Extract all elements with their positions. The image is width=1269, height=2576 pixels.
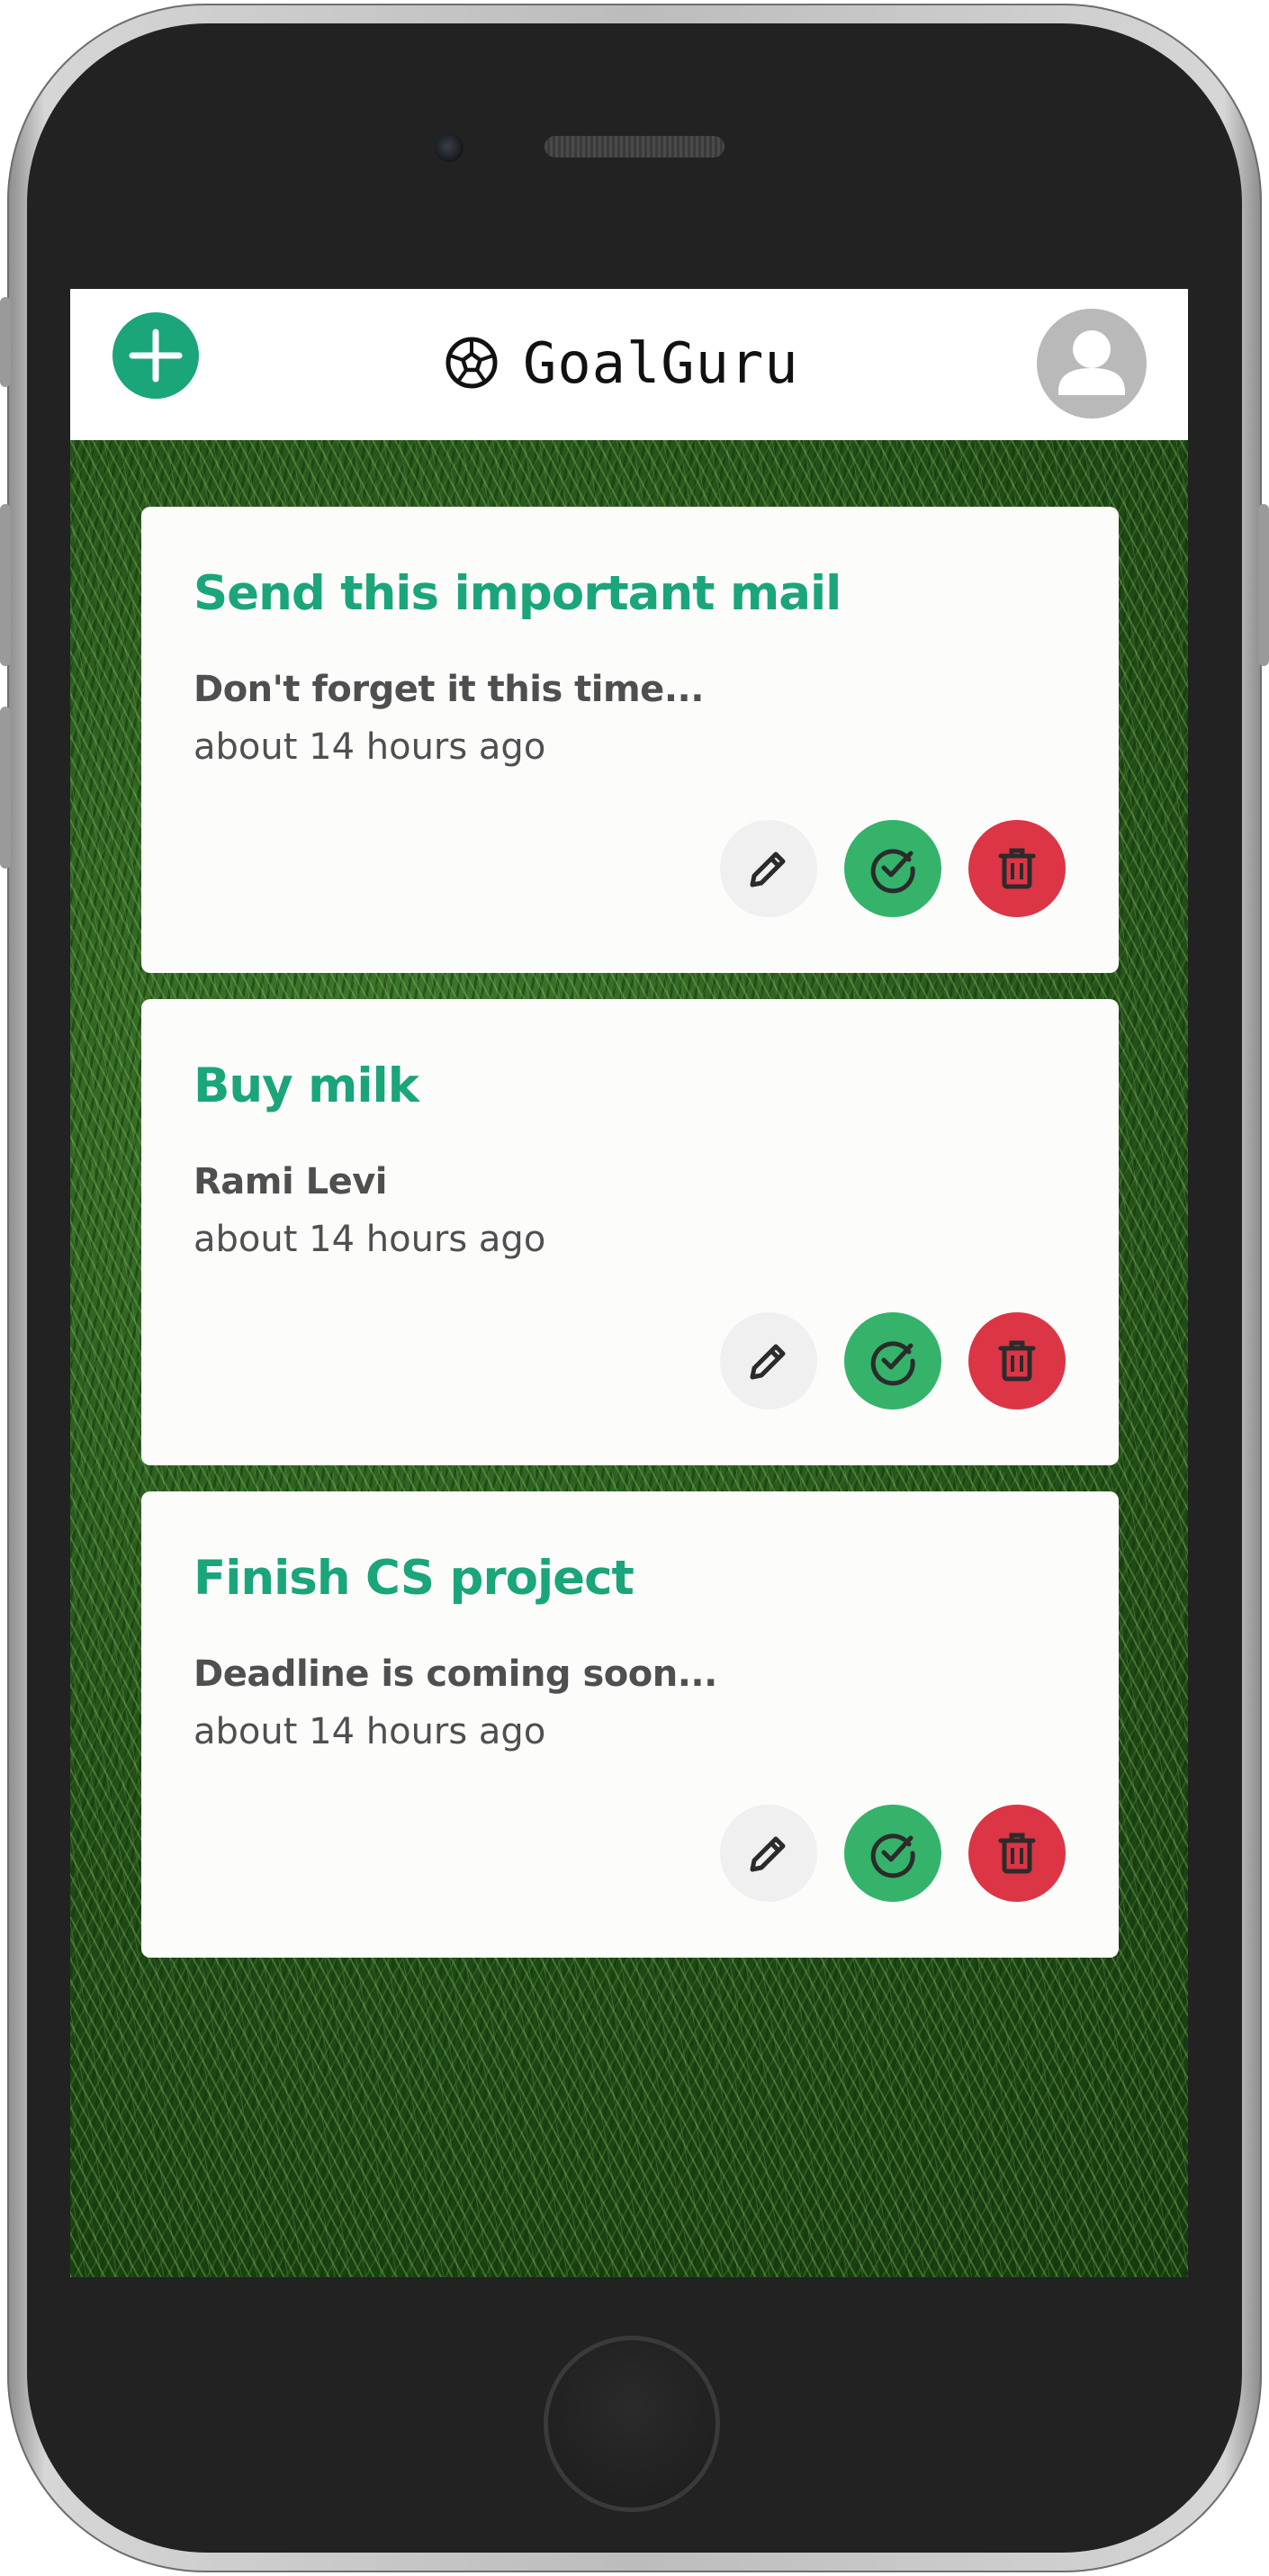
goal-card: Buy milk Rami Levi about 14 hours ago [141,999,1119,1465]
profile-avatar-button[interactable] [1037,309,1147,419]
mute-switch [0,297,11,387]
trash-icon [998,848,1036,889]
goal-title: Buy milk [194,1058,419,1113]
complete-goal-button[interactable] [844,820,941,917]
check-circle-icon [870,1833,915,1878]
trash-icon [998,1833,1036,1874]
goal-card: Finish CS project Deadline is coming soo… [141,1491,1119,1958]
goal-description: Deadline is coming soon... [194,1653,717,1695]
power-button [1258,504,1269,666]
pencil-icon [750,1836,786,1872]
edit-goal-button[interactable] [720,820,817,917]
front-camera [435,133,464,162]
plus-icon [129,329,183,383]
goal-description: Rami Levi [194,1161,388,1202]
trash-icon [998,1340,1036,1382]
delete-goal-button[interactable] [968,1312,1066,1410]
soccer-ball-icon [446,337,498,389]
volume-down-button [0,707,11,869]
goal-title: Send this important mail [194,566,842,621]
pencil-icon [750,1344,786,1380]
pencil-icon [750,851,786,887]
edit-goal-button[interactable] [720,1312,817,1410]
home-button[interactable] [544,2336,720,2512]
goal-timestamp: about 14 hours ago [194,1711,546,1752]
add-goal-button[interactable] [112,312,199,399]
edit-goal-button[interactable] [720,1805,817,1902]
app-title: GoalGuru [523,329,799,396]
delete-goal-button[interactable] [968,1805,1066,1902]
app-logo: GoalGuru [444,329,799,396]
goal-card: Send this important mail Don't forget it… [141,507,1119,973]
app-header: GoalGuru [70,289,1188,440]
goal-timestamp: about 14 hours ago [194,726,546,768]
goal-description: Don't forget it this time... [194,669,704,710]
check-circle-icon [870,849,915,894]
goal-timestamp: about 14 hours ago [194,1219,546,1260]
check-circle-icon [870,1341,915,1386]
delete-goal-button[interactable] [968,820,1066,917]
user-icon [1058,330,1125,395]
volume-up-button [0,504,11,666]
goal-title: Finish CS project [194,1551,634,1606]
complete-goal-button[interactable] [844,1312,941,1410]
earpiece-speaker [544,136,724,158]
complete-goal-button[interactable] [844,1805,941,1902]
app-screen: GoalGuru Send this important mail Don't … [70,289,1188,2277]
